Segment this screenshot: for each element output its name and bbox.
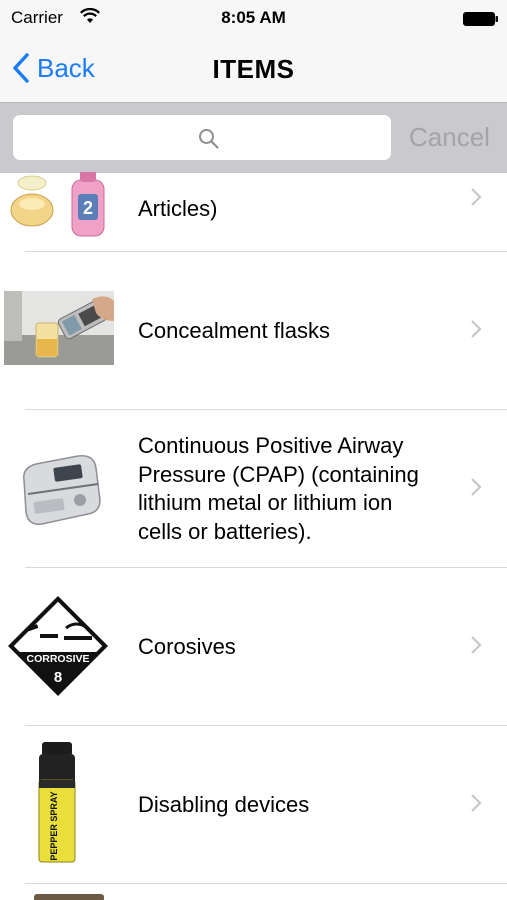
list-item[interactable]: CORROSIVE 8 Corosives <box>0 568 507 726</box>
chevron-right-icon <box>471 320 482 338</box>
status-bar: Carrier 8:05 AM <box>0 0 507 36</box>
item-label: Disabling devices <box>138 791 310 817</box>
corrosive-sign-image: CORROSIVE 8 <box>8 596 108 696</box>
items-list: 2 Articles) Concealment flasks Continuou… <box>0 172 507 900</box>
list-item[interactable]: PEPPER SPRAY Disabling devices <box>0 726 507 884</box>
search-icon <box>199 129 219 149</box>
search-bar: Cancel <box>0 102 507 173</box>
item-label: Concealment flasks <box>138 317 330 343</box>
page-title: ITEMS <box>212 54 295 84</box>
list-item[interactable]: Concealment flasks <box>0 252 507 410</box>
pepper-spray-image: PEPPER SPRAY <box>38 742 76 863</box>
clock: 8:05 AM <box>221 8 286 27</box>
cpap-machine-image <box>23 455 101 525</box>
item-label: Corosives <box>138 633 236 659</box>
search-field[interactable] <box>13 115 395 162</box>
battery-icon <box>463 11 498 26</box>
perfume-bottles-image: 2 <box>10 172 105 237</box>
navigation-bar: Back ITEMS <box>0 36 507 102</box>
svg-text:2: 2 <box>83 198 93 218</box>
item-label: Articles) <box>138 195 218 221</box>
chevron-right-icon <box>471 478 482 496</box>
list-item[interactable]: Continuous Positive Airway Pressure (CPA… <box>0 410 507 568</box>
can-text: PEPPER SPRAY <box>49 791 59 860</box>
list-item[interactable] <box>0 884 507 900</box>
cancel-button[interactable]: Cancel <box>409 122 490 153</box>
partial-thumbnail <box>34 894 104 900</box>
sign-number: 8 <box>54 669 62 686</box>
item-label: Continuous Positive Airway Pressure (CPA… <box>138 433 419 544</box>
list-item[interactable]: 2 Articles) <box>0 172 507 252</box>
chevron-right-icon <box>471 794 482 812</box>
chevron-right-icon <box>471 636 482 654</box>
sign-text: CORROSIVE <box>26 653 89 665</box>
flask-phone-image <box>4 291 114 365</box>
chevron-right-icon <box>471 188 482 206</box>
